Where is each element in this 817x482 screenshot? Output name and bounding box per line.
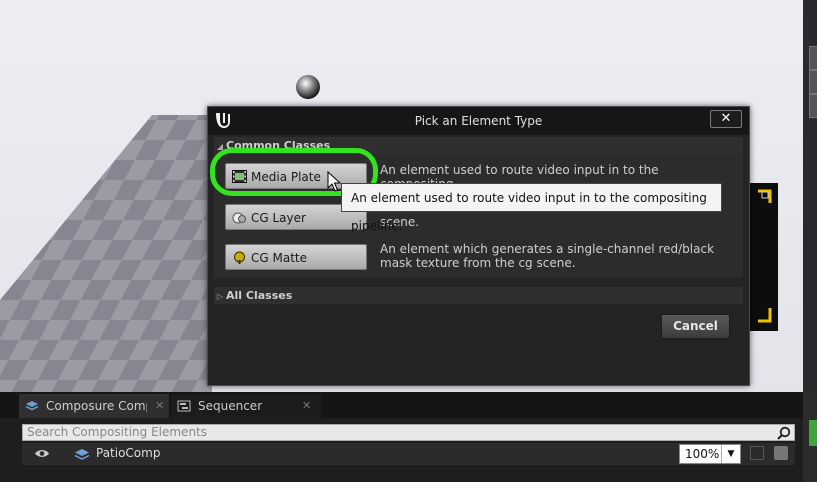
tab-composure-close-icon[interactable]: ✕ <box>155 394 164 418</box>
sequencer-icon <box>177 400 191 412</box>
cg-layer-description: scene. <box>380 215 725 229</box>
search-compositing-elements-input[interactable]: Search Compositing Elements <box>22 424 795 441</box>
tab-sequencer-label: Sequencer <box>198 399 263 413</box>
tab-composure-compositing[interactable]: Composure Compo ✕ <box>19 394 169 418</box>
mouse-cursor-icon <box>327 171 342 192</box>
tab-bar: Composure Compo ✕ Sequencer ✕ <box>0 392 803 418</box>
cg-matte-icon <box>234 251 245 264</box>
zoom-value: 100% <box>685 447 720 461</box>
preview-frame <box>748 183 778 331</box>
layers-icon <box>74 449 90 460</box>
cg-layer-icon <box>232 212 246 224</box>
media-plate-tooltip: An element used to route video input in … <box>341 183 722 233</box>
preview-toggle-icon[interactable] <box>774 446 788 460</box>
eye-icon[interactable] <box>34 448 50 459</box>
element-name: PatioComp <box>96 446 161 460</box>
layers-icon <box>25 401 39 411</box>
all-classes-header[interactable]: ▷ All Classes <box>214 287 743 304</box>
checkbox[interactable] <box>750 446 764 460</box>
tab-sequencer-close-icon[interactable]: ✕ <box>302 394 311 418</box>
dialog-title: Pick an Element Type <box>414 114 543 128</box>
expand-arrow-icon: ▷ <box>216 292 224 301</box>
tab-composure-label: Composure Compo <box>46 399 147 413</box>
chevron-down-icon: ▼ <box>721 445 740 463</box>
bottom-right-strip <box>803 392 817 482</box>
cg-layer-label: CG Layer <box>251 211 306 225</box>
all-classes-label: All Classes <box>226 289 293 302</box>
reflection-sphere <box>296 75 320 99</box>
search-placeholder: Search Compositing Elements <box>27 425 208 439</box>
bottom-panel: Composure Compo ✕ Sequencer ✕ Search Com… <box>0 392 803 482</box>
tab-sequencer[interactable]: Sequencer ✕ <box>171 394 321 418</box>
close-button[interactable]: ✕ <box>710 110 742 128</box>
cg-matte-description: An element which generates a single-chan… <box>380 242 715 270</box>
zoom-select[interactable]: 100% ▼ <box>679 444 741 464</box>
cg-matte-button[interactable]: CG Matte <box>225 244 367 270</box>
cg-matte-label: CG Matte <box>251 251 307 265</box>
cancel-button[interactable]: Cancel <box>661 314 730 339</box>
search-icon <box>777 426 791 440</box>
dialog-titlebar[interactable]: Pick an Element Type ✕ <box>208 107 749 135</box>
right-dock-strip <box>803 0 817 392</box>
